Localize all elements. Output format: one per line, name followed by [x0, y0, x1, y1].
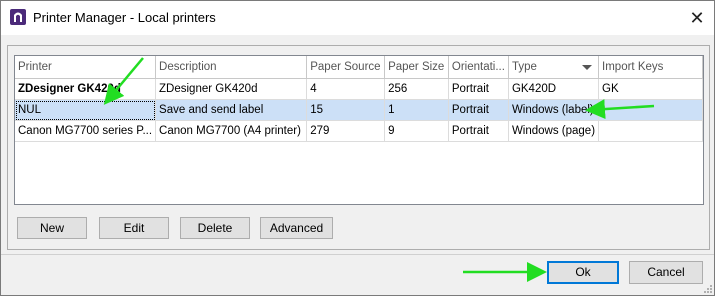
- cell-description[interactable]: Canon MG7700 (A4 printer): [155, 120, 308, 142]
- cell-import-keys[interactable]: [598, 99, 703, 121]
- cell-orientation[interactable]: Portrait: [448, 120, 509, 142]
- printer-manager-window: Printer Manager - Local printers ✕ Print…: [0, 0, 715, 296]
- footer-divider: [1, 254, 714, 255]
- column-header-printer[interactable]: Printer: [15, 56, 157, 79]
- app-icon: [10, 9, 26, 25]
- cell-import-keys[interactable]: GK: [598, 78, 703, 100]
- column-header-type-label: Type: [511, 61, 537, 73]
- printers-panel: Printer Description Paper Source Paper S…: [7, 45, 710, 250]
- table-row[interactable]: Canon MG7700 series P... Canon MG7700 (A…: [15, 120, 703, 142]
- table-row-selected[interactable]: NUL Save and send label 15 1 Portrait Wi…: [15, 99, 703, 121]
- cell-paper-size[interactable]: 1: [384, 99, 449, 121]
- close-icon[interactable]: ✕: [686, 7, 708, 29]
- cell-type[interactable]: Windows (page): [508, 120, 600, 142]
- cell-printer[interactable]: NUL: [15, 99, 157, 121]
- cancel-button[interactable]: Cancel: [629, 261, 703, 284]
- resize-grip-icon[interactable]: [702, 283, 712, 293]
- cell-orientation[interactable]: Portrait: [448, 78, 509, 100]
- column-header-type[interactable]: Type: [508, 56, 600, 79]
- edit-button[interactable]: Edit: [99, 217, 169, 239]
- cell-type[interactable]: Windows (label): [508, 99, 600, 121]
- ok-button[interactable]: Ok: [547, 261, 619, 284]
- grid-header-row: Printer Description Paper Source Paper S…: [15, 56, 703, 79]
- title-bar[interactable]: Printer Manager - Local printers ✕: [1, 1, 714, 35]
- column-header-paper-size[interactable]: Paper Size: [384, 56, 449, 79]
- column-header-import-keys[interactable]: Import Keys: [598, 56, 703, 79]
- cell-paper-source[interactable]: 15: [306, 99, 386, 121]
- cell-printer[interactable]: Canon MG7700 series P...: [15, 120, 157, 142]
- printers-grid: Printer Description Paper Source Paper S…: [14, 55, 704, 205]
- printers-table: Printer Description Paper Source Paper S…: [15, 56, 703, 142]
- cell-paper-size[interactable]: 9: [384, 120, 449, 142]
- cell-description[interactable]: Save and send label: [155, 99, 308, 121]
- cell-paper-source[interactable]: 279: [306, 120, 386, 142]
- cell-paper-source[interactable]: 4: [306, 78, 386, 100]
- new-button[interactable]: New: [17, 217, 87, 239]
- column-header-paper-source[interactable]: Paper Source: [306, 56, 386, 79]
- cell-paper-size[interactable]: 256: [384, 78, 449, 100]
- column-header-description[interactable]: Description: [155, 56, 308, 79]
- advanced-button[interactable]: Advanced: [260, 217, 333, 239]
- cell-import-keys[interactable]: [598, 120, 703, 142]
- window-title: Printer Manager - Local printers: [33, 10, 216, 25]
- cell-description[interactable]: ZDesigner GK420d: [155, 78, 308, 100]
- cell-type[interactable]: GK420D: [508, 78, 600, 100]
- cell-printer[interactable]: ZDesigner GK420d: [15, 78, 157, 100]
- column-header-orientation[interactable]: Orientati...: [448, 56, 509, 79]
- delete-button[interactable]: Delete: [180, 217, 250, 239]
- table-row[interactable]: ZDesigner GK420d ZDesigner GK420d 4 256 …: [15, 78, 703, 100]
- cell-orientation[interactable]: Portrait: [448, 99, 509, 121]
- sort-down-icon: [582, 65, 593, 70]
